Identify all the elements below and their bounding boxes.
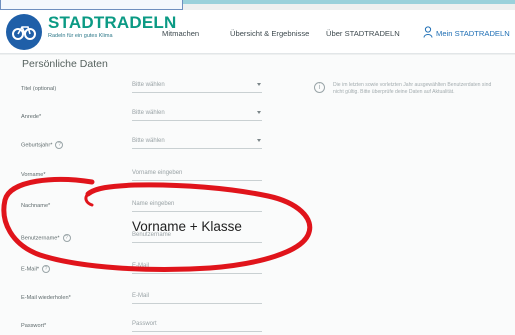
help-icon[interactable]: ? [62, 234, 71, 242]
label-titel: Titel (optional) [21, 86, 57, 92]
site-header: STADTRADELN Radeln für ein gutes Klima M… [0, 10, 515, 54]
label-passwort: Passwort* [21, 323, 47, 329]
label-anrede: Anrede* [21, 114, 42, 120]
main-content: Persönliche Daten Titel (optional) Bitte… [0, 55, 515, 335]
email-input[interactable]: E-Mail [132, 260, 262, 274]
bicycle-icon [12, 26, 36, 40]
email-repeat-input[interactable]: E-Mail [132, 290, 262, 304]
info-text: Die im letzten sowie vorletzten Jahr aus… [333, 82, 492, 95]
select-value: Bitte wählen [132, 138, 165, 144]
caret-down-icon [257, 139, 261, 142]
nav-item-mein-stadtradeln[interactable]: Mein STADTRADELN [424, 29, 510, 38]
label-nachname: Nachname* [21, 203, 51, 209]
brand-title: STADTRADELN [48, 13, 177, 32]
brand-subtitle: Radeln für ein gutes Klima [48, 33, 113, 39]
label-email-repeat: E-Mail wiederholen* [21, 295, 71, 301]
help-icon[interactable]: ? [42, 265, 51, 273]
nachname-input[interactable]: Name eingeben [132, 198, 262, 212]
anrede-select[interactable]: Bitte wählen [132, 107, 262, 121]
caret-down-icon [257, 83, 261, 86]
vorname-input[interactable]: Vorname eingeben [132, 167, 262, 181]
nav-item-label: Mein STADTRADELN [436, 29, 510, 38]
selection-box [0, 0, 183, 10]
label-email: E-Mail*? [21, 265, 51, 273]
page-title: Persönliche Daten [22, 58, 108, 70]
caret-down-icon [257, 111, 261, 114]
input-placeholder: Vorname eingeben [132, 170, 183, 176]
nav-item-ueber[interactable]: Über STADTRADELN [326, 29, 400, 38]
stadtradeln-logo-icon[interactable] [6, 14, 42, 50]
browser-frame: STADTRADELN Radeln für ein gutes Klima M… [0, 0, 515, 335]
input-placeholder: Passwort [132, 321, 157, 327]
label-text: Benutzername* [21, 235, 60, 242]
input-placeholder: E-Mail [132, 293, 150, 299]
select-value: Bitte wählen [132, 110, 165, 116]
nav-item-mitmachen[interactable]: Mitmachen [162, 29, 199, 38]
help-icon[interactable]: ? [55, 141, 64, 149]
input-placeholder: E-Mail [132, 263, 150, 269]
input-placeholder: Name eingeben [132, 201, 175, 207]
titel-select[interactable]: Bitte wählen [132, 79, 262, 93]
select-value: Bitte wählen [132, 82, 165, 88]
handwritten-annotation-text: Vorname + Klasse [132, 219, 242, 234]
label-benutzername: Benutzername*? [21, 234, 71, 242]
label-text: E-Mail* [21, 266, 40, 273]
label-text: Geburtsjahr* [21, 142, 53, 149]
brand[interactable]: STADTRADELN Radeln für ein gutes Klima [48, 13, 176, 39]
passwort-input[interactable]: Passwort [132, 318, 262, 332]
geburtsjahr-select[interactable]: Bitte wählen [132, 135, 262, 149]
label-vorname: Vorname* [21, 172, 46, 178]
info-icon: i [314, 82, 325, 93]
nav-item-uebersicht[interactable]: Übersicht & Ergebnisse [230, 29, 309, 38]
label-geburtsjahr: Geburtsjahr*? [21, 141, 64, 149]
